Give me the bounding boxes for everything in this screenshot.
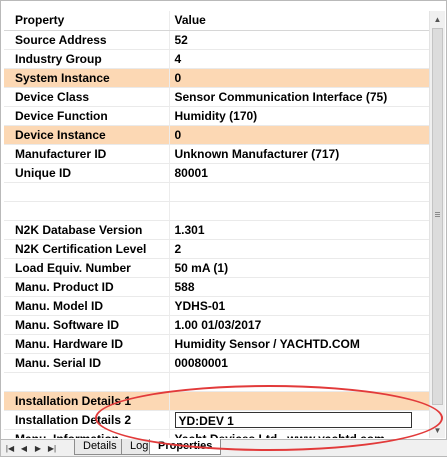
property-name: Installation Details 2 <box>4 410 170 430</box>
property-row[interactable]: Device Instance 0 <box>4 125 431 145</box>
property-value[interactable]: 2 <box>169 239 431 259</box>
property-row[interactable]: Source Address 52 <box>4 30 431 50</box>
scroll-down-arrow-icon[interactable]: ▼ <box>430 422 445 438</box>
property-value[interactable]: 0 <box>169 68 431 88</box>
property-value[interactable] <box>169 201 431 221</box>
property-row[interactable]: Installation Details 1 <box>4 391 431 411</box>
last-tab-icon[interactable]: ▶| <box>46 442 58 454</box>
property-name <box>4 201 170 221</box>
property-value[interactable]: 52 <box>169 30 431 50</box>
property-table: Property Value Source Address 52 Industry … <box>4 11 431 438</box>
property-row[interactable]: Unique ID 80001 <box>4 163 431 183</box>
property-value[interactable] <box>169 391 431 411</box>
property-name: Load Equiv. Number <box>4 258 170 278</box>
property-value[interactable]: 1.301 <box>169 220 431 240</box>
property-value[interactable] <box>169 372 431 392</box>
header-row: Property Value <box>4 11 431 31</box>
property-row[interactable]: Device Function Humidity (170) <box>4 106 431 126</box>
property-grid: Property Value Source Address 52 Industry … <box>4 11 431 438</box>
property-name: Manu. Serial ID <box>4 353 170 373</box>
property-row[interactable]: Manu. Product ID 588 <box>4 277 431 297</box>
property-row[interactable] <box>4 372 431 392</box>
property-name <box>4 182 170 202</box>
sheet-tab-bar: |◀ ◀ ▶ ▶| Details Log Properties <box>1 439 447 456</box>
properties-window: Property Value Source Address 52 Industry … <box>0 0 447 457</box>
tab-properties[interactable]: Properties <box>149 439 222 455</box>
tab-details[interactable]: Details <box>74 439 126 455</box>
scroll-thumb[interactable] <box>432 28 443 405</box>
column-header-property[interactable]: Property <box>4 11 170 31</box>
property-row[interactable] <box>4 182 431 202</box>
property-value[interactable]: 0 <box>169 125 431 145</box>
property-name: Device Instance <box>4 125 170 145</box>
property-name: Installation Details 1 <box>4 391 170 411</box>
column-header-value[interactable]: Value <box>169 11 431 31</box>
property-value[interactable]: YDHS-01 <box>169 296 431 316</box>
property-name: Manu. Hardware ID <box>4 334 170 354</box>
thumb-grip-line <box>435 214 440 215</box>
property-row[interactable] <box>4 201 431 221</box>
property-name: Manufacturer ID <box>4 144 170 164</box>
next-tab-icon[interactable]: ▶ <box>32 442 44 454</box>
property-row[interactable]: Installation Details 2 YD:DEV 1 <box>4 410 431 430</box>
property-row[interactable]: Manu. Serial ID 00080001 <box>4 353 431 373</box>
thumb-grip-line <box>435 216 440 217</box>
property-value[interactable] <box>169 182 431 202</box>
property-row[interactable]: Load Equiv. Number 50 mA (1) <box>4 258 431 278</box>
property-row[interactable]: System Instance 0 <box>4 68 431 88</box>
property-name <box>4 372 170 392</box>
vertical-scrollbar[interactable]: ▲ ▼ <box>429 11 445 438</box>
property-value[interactable]: Humidity Sensor / YACHTD.COM <box>169 334 431 354</box>
previous-tab-icon[interactable]: ◀ <box>18 442 30 454</box>
property-row[interactable]: Industry Group 4 <box>4 49 431 69</box>
property-row[interactable]: Manu. InformationYacht Devices Ltd., www… <box>4 429 431 438</box>
property-value[interactable]: Sensor Communication Interface (75) <box>169 87 431 107</box>
property-name: Manu. Product ID <box>4 277 170 297</box>
property-name: N2K Database Version <box>4 220 170 240</box>
property-row[interactable]: Manu. Software ID 1.00 01/03/2017 <box>4 315 431 335</box>
property-name: System Instance <box>4 68 170 88</box>
property-value[interactable]: Unknown Manufacturer (717) <box>169 144 431 164</box>
property-value[interactable]: 80001 <box>169 163 431 183</box>
property-value[interactable]: 50 mA (1) <box>169 258 431 278</box>
property-row[interactable]: Manufacturer ID Unknown Manufacturer (717… <box>4 144 431 164</box>
property-value[interactable]: Humidity (170) <box>169 106 431 126</box>
property-row[interactable]: N2K Certification Level 2 <box>4 239 431 259</box>
property-name: Manu. Software ID <box>4 315 170 335</box>
property-value[interactable]: 00080001 <box>169 353 431 373</box>
property-row[interactable]: Manu. Model ID YDHS-01 <box>4 296 431 316</box>
first-tab-icon[interactable]: |◀ <box>4 442 16 454</box>
property-value[interactable]: Yacht Devices Ltd., www.yachtd.com <box>169 429 431 438</box>
scroll-up-arrow-icon[interactable]: ▲ <box>430 11 445 27</box>
property-row[interactable]: Device Class Sensor Communication Interfa… <box>4 87 431 107</box>
property-row[interactable]: N2K Database Version 1.301 <box>4 220 431 240</box>
property-name: N2K Certification Level <box>4 239 170 259</box>
property-name: Manu. Information <box>4 429 170 438</box>
property-name: Manu. Model ID <box>4 296 170 316</box>
installation-details-2-input[interactable]: YD:DEV 1 <box>174 411 412 428</box>
property-value-cell[interactable]: YD:DEV 1 <box>169 410 431 430</box>
property-value[interactable]: 1.00 01/03/2017 <box>169 315 431 335</box>
property-value[interactable]: 4 <box>169 49 431 69</box>
property-name: Device Class <box>4 87 170 107</box>
property-row[interactable]: Manu. Hardware ID Humidity Sensor / YACHT… <box>4 334 431 354</box>
thumb-grip-icon <box>435 212 440 213</box>
property-value[interactable]: 588 <box>169 277 431 297</box>
property-name: Source Address <box>4 30 170 50</box>
property-name: Industry Group <box>4 49 170 69</box>
property-name: Device Function <box>4 106 170 126</box>
property-name: Unique ID <box>4 163 170 183</box>
